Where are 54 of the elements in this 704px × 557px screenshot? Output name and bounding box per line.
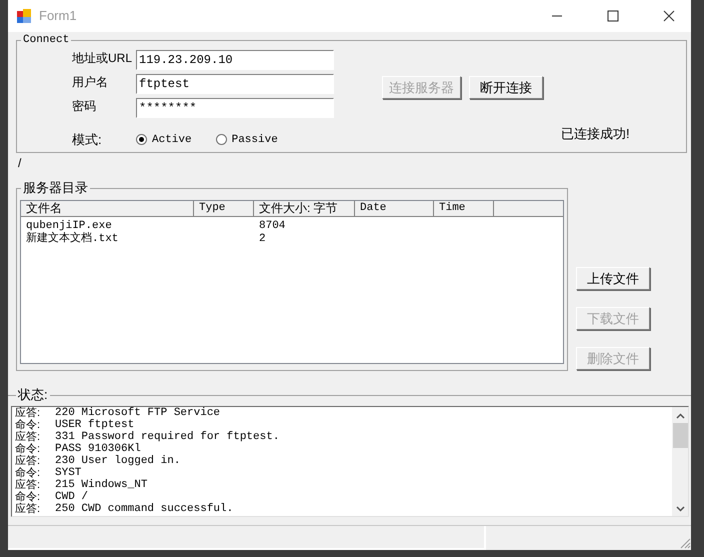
table-cell: qubenjiIP.exe bbox=[26, 220, 112, 232]
window-title: Form1 bbox=[39, 7, 77, 26]
input-field[interactable]: ftptest bbox=[136, 74, 334, 94]
log-label: 应答: bbox=[15, 431, 42, 443]
group-title: 服务器目录 bbox=[21, 180, 90, 196]
radio-button[interactable] bbox=[216, 134, 227, 146]
log-label: 命令: bbox=[15, 491, 42, 503]
log-line: SYST bbox=[55, 467, 82, 479]
log-label: 应答: bbox=[15, 503, 42, 515]
log-label: 命令: bbox=[15, 419, 42, 431]
log-line: 220 Microsoft FTP Service bbox=[55, 407, 220, 419]
field-label: 用户名 bbox=[72, 74, 109, 90]
current-path: / bbox=[18, 156, 22, 170]
scroll-thumb[interactable] bbox=[672, 423, 688, 448]
scrollbar[interactable] bbox=[672, 407, 688, 516]
input-field[interactable]: ******** bbox=[136, 98, 334, 118]
resize-grip-icon[interactable] bbox=[680, 538, 691, 549]
table-cell: 8704 bbox=[259, 220, 286, 232]
log-label: 命令: bbox=[15, 443, 42, 455]
maximize-icon[interactable] bbox=[607, 10, 619, 22]
action-button[interactable]: 断开连接 bbox=[469, 76, 543, 99]
log-line: USER ftptest bbox=[55, 419, 134, 431]
radio-button[interactable] bbox=[136, 134, 147, 146]
log-line: CWD / bbox=[55, 491, 88, 503]
mode-label: 模式: bbox=[72, 131, 103, 149]
column-header[interactable]: Date bbox=[355, 201, 434, 216]
header-filler bbox=[494, 201, 563, 216]
log-line: 331 Password required for ftptest. bbox=[55, 431, 280, 443]
action-button[interactable]: 上传文件 bbox=[576, 267, 650, 290]
group-title: 状态: bbox=[16, 387, 50, 403]
column-header[interactable]: Time bbox=[434, 201, 494, 216]
table-cell: 2 bbox=[259, 233, 266, 245]
log-label: 应答: bbox=[15, 407, 42, 419]
log-line: 250 CWD command successful. bbox=[55, 503, 234, 515]
scroll-up-icon[interactable] bbox=[676, 413, 684, 419]
input-field[interactable]: 119.23.209.10 bbox=[136, 50, 334, 70]
column-header[interactable]: 文件名 bbox=[21, 201, 194, 216]
radio-label[interactable]: Active bbox=[152, 132, 192, 148]
log-line: 230 User logged in. bbox=[55, 455, 180, 467]
table-cell: 新建文本文档.txt bbox=[26, 233, 118, 245]
log-line: PASS 910306Kl bbox=[55, 443, 141, 455]
connection-status: 已连接成功! bbox=[561, 125, 630, 143]
log-label: 应答: bbox=[15, 479, 42, 491]
column-header[interactable]: Type bbox=[194, 201, 254, 216]
log-line: 215 Windows_NT bbox=[55, 479, 148, 491]
field-label: 密码 bbox=[72, 98, 97, 114]
log-label: 应答: bbox=[15, 455, 42, 467]
app-icon bbox=[17, 9, 31, 23]
close-icon[interactable] bbox=[663, 10, 675, 22]
scroll-down-icon[interactable] bbox=[676, 506, 684, 512]
radio-label[interactable]: Passive bbox=[232, 132, 278, 148]
log-label: 命令: bbox=[15, 467, 42, 479]
field-label: 地址或URL bbox=[72, 50, 134, 66]
column-header[interactable]: 文件大小: 字节 bbox=[254, 201, 355, 216]
